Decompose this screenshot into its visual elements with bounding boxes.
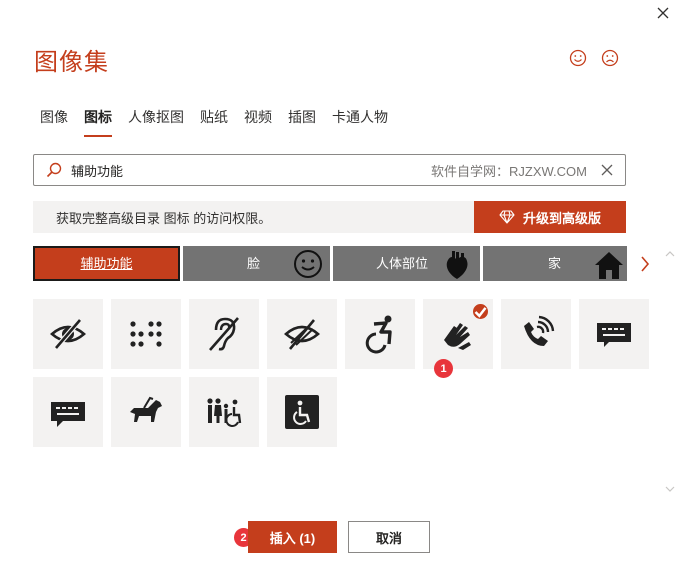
search-box[interactable]: 辅助功能 软件自学网：RJZXW.COM	[33, 154, 626, 186]
search-icon	[46, 162, 62, 178]
heart-organ-icon	[446, 251, 468, 279]
family-restroom-icon	[207, 398, 242, 427]
house-icon	[595, 252, 623, 279]
clear-icon[interactable]	[599, 162, 615, 178]
scroll-up-arrow[interactable]	[664, 249, 676, 259]
face-icon	[294, 250, 322, 278]
insert-button[interactable]: 插入 (1)	[248, 521, 337, 553]
volume-phone-icon	[524, 315, 555, 346]
premium-banner-text: 获取完整高级目录 图标 的访问权限。	[56, 210, 272, 226]
category-chip-body-parts[interactable]: 人体部位	[333, 246, 480, 281]
braille-icon	[130, 321, 162, 347]
scroll-down-arrow[interactable]	[664, 484, 676, 494]
tab-cartoon-people[interactable]: 卡通人物	[332, 107, 388, 137]
eye-slash-icon	[50, 318, 86, 350]
frown-face-button[interactable]	[600, 48, 620, 68]
close-icon	[657, 7, 669, 19]
icon-tile-hearing-impaired[interactable]	[189, 299, 259, 369]
smile-face-icon	[569, 49, 587, 67]
category-chip-label: 人体部位	[376, 256, 429, 271]
diamond-icon	[499, 210, 515, 224]
icon-tile-tty-keyboard[interactable]	[579, 299, 649, 369]
category-chip-face[interactable]: 脸	[183, 246, 330, 281]
icon-tile-captions-bubble[interactable]	[33, 377, 103, 447]
category-chip-label: 脸	[247, 256, 261, 271]
upgrade-button[interactable]: 升级到高级版	[474, 201, 626, 233]
chevron-right-icon[interactable]	[636, 254, 654, 274]
hearing-impaired-icon	[209, 317, 239, 351]
tab-bar: 图像 图标 人像抠图 贴纸 视频 插图 卡通人物	[40, 107, 404, 137]
frown-face-icon	[601, 49, 619, 67]
tty-keyboard-icon	[597, 323, 631, 347]
selected-check-icon	[473, 304, 488, 319]
tab-cutout-people[interactable]: 人像抠图	[128, 107, 184, 137]
icon-tile-eye-slash[interactable]	[33, 299, 103, 369]
low-vision-icon	[284, 319, 320, 350]
icon-tile-sign-language[interactable]	[423, 299, 493, 369]
category-chip-label: 辅助功能	[80, 256, 133, 271]
premium-banner: 获取完整高级目录 图标 的访问权限。 升级到高级版	[33, 201, 626, 233]
search-input[interactable]: 辅助功能	[71, 161, 431, 180]
icon-tile-volume-phone[interactable]	[501, 299, 571, 369]
close-button[interactable]	[652, 2, 674, 24]
accessible-sign-icon	[285, 395, 319, 429]
category-chip-label: 家	[548, 256, 562, 271]
icon-tile-low-vision[interactable]	[267, 299, 337, 369]
tab-stickers[interactable]: 贴纸	[200, 107, 228, 137]
icon-tile-active-wheelchair[interactable]	[345, 299, 415, 369]
guide-dog-icon	[130, 396, 162, 422]
icon-tile-braille[interactable]	[111, 299, 181, 369]
icon-tile-family-restroom[interactable]	[189, 377, 259, 447]
dialog-title: 图像集	[34, 49, 109, 76]
tab-videos[interactable]: 视频	[244, 107, 272, 137]
search-hint-text: 软件自学网：RJZXW.COM	[431, 163, 587, 179]
smile-face-button[interactable]	[568, 48, 588, 68]
upgrade-label: 升级到高级版	[522, 210, 601, 226]
tab-images[interactable]: 图像	[40, 107, 68, 137]
category-chip-accessibility[interactable]: 辅助功能	[33, 246, 180, 281]
category-chip-home[interactable]: 家	[483, 246, 627, 281]
cancel-button[interactable]: 取消	[348, 521, 430, 553]
icon-tile-accessible-sign[interactable]	[267, 377, 337, 447]
sign-language-icon	[444, 323, 471, 350]
tab-illustrations[interactable]: 插图	[288, 107, 316, 137]
active-wheelchair-icon	[365, 315, 392, 354]
captions-bubble-icon	[51, 402, 85, 427]
icon-tile-guide-dog[interactable]	[111, 377, 181, 447]
tab-icons[interactable]: 图标	[84, 107, 112, 137]
step-marker-1: 1	[434, 359, 453, 378]
